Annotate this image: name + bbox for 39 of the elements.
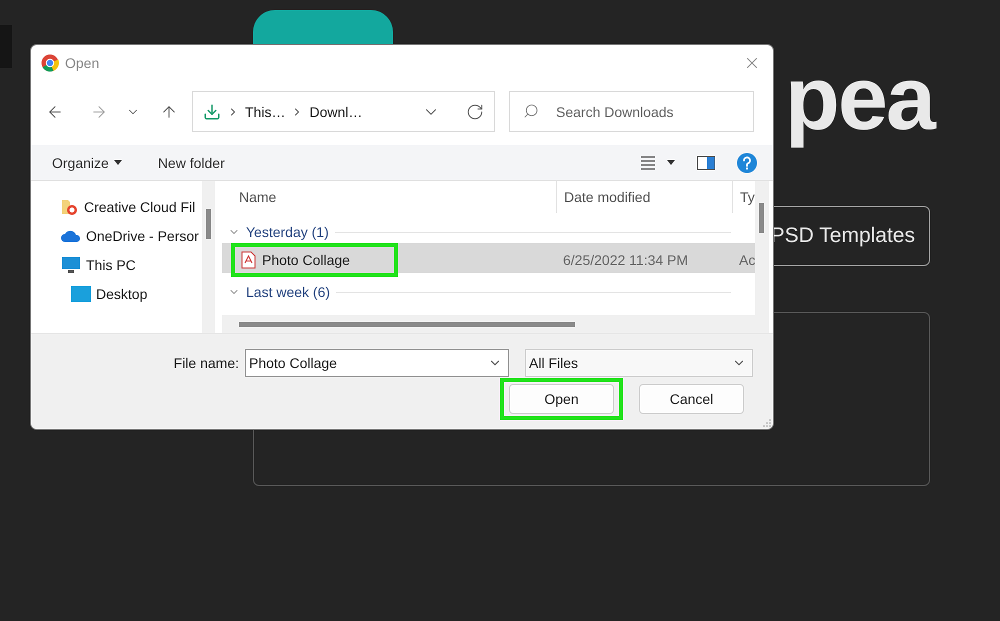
dialog-title: Open bbox=[65, 54, 100, 70]
cloud-icon bbox=[61, 229, 81, 243]
sidebar-item[interactable]: This PC bbox=[31, 255, 202, 275]
download-icon bbox=[203, 102, 221, 120]
type-cell-text: Ac bbox=[738, 252, 755, 268]
refresh-icon[interactable] bbox=[466, 102, 484, 120]
horizontal-scrollbar[interactable] bbox=[222, 315, 755, 333]
organize-menu[interactable]: Organize bbox=[52, 154, 122, 170]
group-header[interactable]: Last week (6) bbox=[222, 281, 755, 303]
scrollbar[interactable] bbox=[202, 181, 215, 333]
file-type-dropdown[interactable]: All Files bbox=[525, 349, 753, 377]
new-folder-button[interactable]: New folder bbox=[158, 154, 225, 170]
browser-logo-icon bbox=[41, 54, 59, 72]
sidebar-item[interactable]: Desktop bbox=[31, 284, 202, 304]
file-name-cell: Photo Collage bbox=[231, 243, 398, 277]
breadcrumb-item[interactable]: Downl… bbox=[309, 104, 362, 120]
search-field[interactable]: Search Downloads bbox=[509, 91, 754, 132]
folder-cloud-icon bbox=[61, 198, 79, 216]
desktop-icon bbox=[71, 286, 91, 302]
help-icon[interactable] bbox=[737, 152, 757, 172]
sidebar-item[interactable]: OneDrive - Persor bbox=[31, 226, 202, 246]
preview-pane-icon[interactable] bbox=[697, 156, 715, 170]
pdf-file-icon bbox=[241, 251, 256, 269]
dialog-button[interactable]: Cancel bbox=[639, 384, 744, 414]
address-bar[interactable]: This… Downl… bbox=[192, 91, 495, 132]
search-icon bbox=[523, 103, 539, 119]
column-header[interactable]: Date modified bbox=[556, 181, 732, 213]
date-cell-text: 6/25/2022 11:34 PM bbox=[562, 252, 690, 268]
column-header[interactable]: Name bbox=[222, 181, 556, 213]
resize-grip-icon[interactable] bbox=[763, 419, 771, 427]
dialog-button[interactable]: Open bbox=[509, 384, 614, 414]
file-name-label: File name: bbox=[174, 355, 239, 371]
monitor-icon bbox=[61, 256, 81, 274]
file-name-field[interactable]: Photo Collage bbox=[245, 349, 509, 377]
sidebar-item[interactable]: Creative Cloud Fil bbox=[31, 197, 202, 217]
view-menu-icon[interactable] bbox=[641, 156, 675, 170]
caret-icon bbox=[114, 160, 122, 165]
breadcrumb-item[interactable]: This… bbox=[245, 104, 286, 120]
vertical-scrollbar[interactable] bbox=[755, 181, 769, 333]
